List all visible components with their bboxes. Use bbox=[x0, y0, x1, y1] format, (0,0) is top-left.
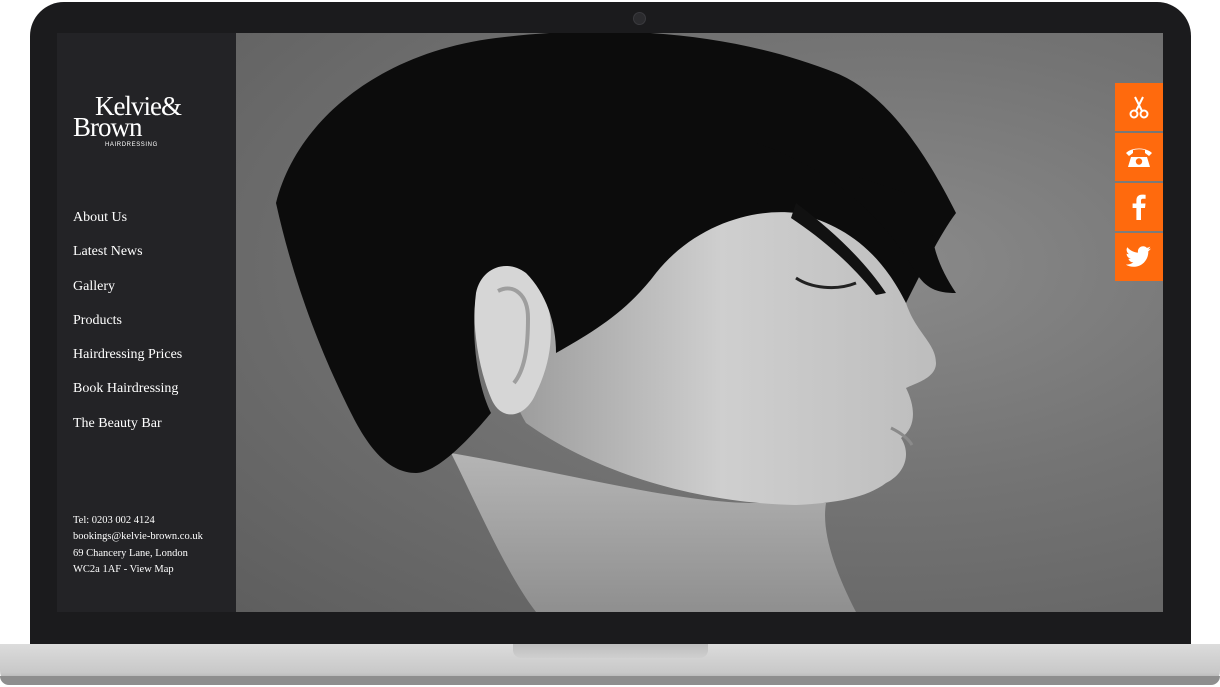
laptop-notch bbox=[513, 644, 708, 658]
laptop-base-edge bbox=[0, 676, 1220, 685]
nav-item-book-hairdressing[interactable]: Book Hairdressing bbox=[73, 379, 182, 413]
nav-item-gallery[interactable]: Gallery bbox=[73, 277, 182, 311]
facebook-button[interactable] bbox=[1115, 183, 1163, 231]
telephone-icon bbox=[1126, 148, 1152, 167]
nav-item-about-us[interactable]: About Us bbox=[73, 208, 182, 242]
logo-subtitle: HAIRDRESSING bbox=[105, 142, 158, 148]
twitter-icon bbox=[1126, 246, 1151, 267]
nav-item-latest-news[interactable]: Latest News bbox=[73, 242, 182, 276]
brand-logo[interactable]: Kelvie& Brown HAIRDRESSING bbox=[71, 93, 211, 153]
screen: Kelvie& Brown HAIRDRESSING About Us Late… bbox=[57, 33, 1163, 612]
webcam-icon bbox=[633, 12, 646, 25]
booking-button[interactable] bbox=[1115, 83, 1163, 131]
nav-item-beauty-bar[interactable]: The Beauty Bar bbox=[73, 414, 182, 448]
hero-image bbox=[236, 33, 1163, 612]
sidebar: Kelvie& Brown HAIRDRESSING About Us Late… bbox=[57, 33, 236, 612]
nav-item-hairdressing-prices[interactable]: Hairdressing Prices bbox=[73, 345, 182, 379]
contact-address-line1: 69 Chancery Lane, London bbox=[73, 547, 188, 559]
logo-line2: Brown bbox=[73, 112, 142, 142]
side-action-buttons bbox=[1115, 83, 1163, 283]
contact-email[interactable]: bookings@kelvie-brown.co.uk bbox=[73, 529, 203, 545]
main-nav: About Us Latest News Gallery Products Ha… bbox=[73, 208, 182, 448]
contact-info: Tel: 0203 002 4124 bookings@kelvie-brown… bbox=[73, 513, 203, 578]
contact-phone[interactable]: Tel: 0203 002 4124 bbox=[73, 513, 203, 529]
hero-portrait-illustration bbox=[276, 33, 956, 612]
contact-address-line2[interactable]: WC2a 1AF - View Map bbox=[73, 562, 203, 578]
nav-item-products[interactable]: Products bbox=[73, 311, 182, 345]
facebook-icon bbox=[1132, 194, 1146, 220]
twitter-button[interactable] bbox=[1115, 233, 1163, 281]
scissors-icon bbox=[1129, 96, 1149, 119]
call-button[interactable] bbox=[1115, 133, 1163, 181]
